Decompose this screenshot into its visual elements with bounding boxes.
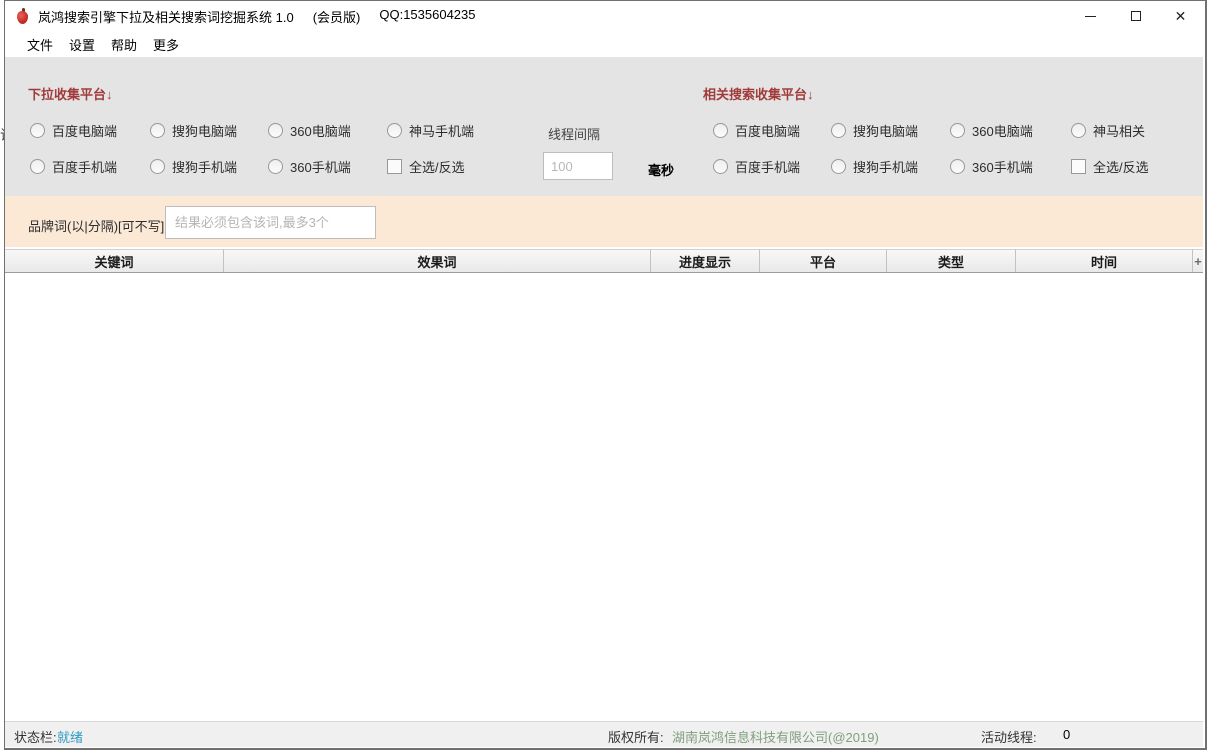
app-icon: [16, 7, 29, 25]
checkbox-icon: [387, 159, 402, 174]
thread-interval-input[interactable]: [543, 152, 613, 180]
brand-word-input[interactable]: [165, 206, 376, 239]
status-label: 状态栏:: [14, 727, 57, 746]
column-header-time[interactable]: 时间: [1016, 250, 1193, 272]
rel-360-pc-radio[interactable]: 360电脑端: [950, 121, 1033, 140]
brand-word-label: 品牌词(以|分隔)[可不写]: [28, 216, 164, 235]
minimize-button[interactable]: [1068, 1, 1113, 31]
dd-shenma-mobile-radio[interactable]: 神马手机端: [387, 121, 474, 140]
radio-icon: [831, 159, 846, 174]
radio-label: 搜狗手机端: [853, 157, 918, 176]
rel-sogou-pc-radio[interactable]: 搜狗电脑端: [831, 121, 918, 140]
menu-settings[interactable]: 设置: [69, 35, 95, 54]
column-header-result-word[interactable]: 效果词: [224, 250, 651, 272]
copyright-label: 版权所有:: [608, 727, 664, 746]
rel-sogou-mobile-radio[interactable]: 搜狗手机端: [831, 157, 918, 176]
window-title: 岚鸿搜索引擎下拉及相关搜索词挖掘系统 1.0: [38, 7, 294, 26]
radio-label: 搜狗电脑端: [853, 121, 918, 140]
platform-panel: 下拉收集平台↓ 相关搜索收集平台↓ 百度电脑端 搜狗电脑端 360电脑端 神马手…: [5, 57, 1203, 196]
dd-sogou-mobile-radio[interactable]: 搜狗手机端: [150, 157, 237, 176]
copyright-value: 湖南岚鸿信息科技有限公司(@2019): [672, 727, 879, 746]
minimize-icon: [1085, 16, 1096, 17]
title-bar: 岚鸿搜索引擎下拉及相关搜索词挖掘系统 1.0 (会员版) QQ:15356042…: [5, 1, 1203, 31]
rel-select-all-checkbox[interactable]: 全选/反选: [1071, 157, 1149, 176]
checkbox-label: 全选/反选: [409, 157, 465, 176]
thread-interval-label: 线程间隔: [548, 124, 600, 143]
close-icon: ✕: [1175, 9, 1187, 23]
related-panel-heading: 相关搜索收集平台↓: [703, 84, 814, 103]
column-header-type[interactable]: 类型: [887, 250, 1016, 272]
dd-select-all-checkbox[interactable]: 全选/反选: [387, 157, 465, 176]
radio-icon: [713, 123, 728, 138]
column-header-keyword[interactable]: 关键词: [5, 250, 224, 272]
checkbox-label: 全选/反选: [1093, 157, 1149, 176]
dd-360-mobile-radio[interactable]: 360手机端: [268, 157, 351, 176]
radio-label: 搜狗手机端: [172, 157, 237, 176]
results-table-header: 关键词 效果词 进度显示 平台 类型 时间 +: [5, 249, 1203, 273]
menu-bar: 文件 设置 帮助 更多: [5, 31, 1203, 57]
window-qq: QQ:1535604235: [379, 7, 475, 26]
menu-help[interactable]: 帮助: [111, 35, 137, 54]
maximize-button[interactable]: [1113, 1, 1158, 31]
add-column-button[interactable]: +: [1193, 250, 1203, 272]
active-threads-label: 活动线程:: [981, 727, 1037, 746]
radio-label: 360电脑端: [972, 121, 1033, 140]
radio-label: 360手机端: [290, 157, 351, 176]
radio-label: 神马相关: [1093, 121, 1145, 140]
radio-icon: [30, 123, 45, 138]
radio-icon: [268, 123, 283, 138]
dd-sogou-pc-radio[interactable]: 搜狗电脑端: [150, 121, 237, 140]
dd-360-pc-radio[interactable]: 360电脑端: [268, 121, 351, 140]
radio-label: 360手机端: [972, 157, 1033, 176]
radio-label: 百度电脑端: [735, 121, 800, 140]
radio-icon: [30, 159, 45, 174]
radio-icon: [713, 159, 728, 174]
radio-icon: [150, 123, 165, 138]
radio-label: 百度手机端: [52, 157, 117, 176]
radio-label: 百度手机端: [735, 157, 800, 176]
dd-baidu-mobile-radio[interactable]: 百度手机端: [30, 157, 117, 176]
radio-icon: [387, 123, 402, 138]
radio-label: 神马手机端: [409, 121, 474, 140]
rel-360-mobile-radio[interactable]: 360手机端: [950, 157, 1033, 176]
rel-baidu-mobile-radio[interactable]: 百度手机端: [713, 157, 800, 176]
maximize-icon: [1131, 11, 1141, 21]
thread-interval-unit: 毫秒: [648, 160, 674, 179]
radio-icon: [831, 123, 846, 138]
dd-baidu-pc-radio[interactable]: 百度电脑端: [30, 121, 117, 140]
radio-icon: [1071, 123, 1086, 138]
checkbox-icon: [1071, 159, 1086, 174]
radio-label: 360电脑端: [290, 121, 351, 140]
radio-icon: [950, 123, 965, 138]
menu-more[interactable]: 更多: [153, 35, 179, 54]
rel-shenma-radio[interactable]: 神马相关: [1071, 121, 1145, 140]
window-edition: (会员版): [313, 7, 361, 26]
dropdown-panel-heading: 下拉收集平台↓: [28, 84, 113, 103]
radio-icon: [150, 159, 165, 174]
status-value: 就绪: [57, 727, 83, 746]
menu-file[interactable]: 文件: [27, 35, 53, 54]
radio-icon: [268, 159, 283, 174]
rel-baidu-pc-radio[interactable]: 百度电脑端: [713, 121, 800, 140]
column-header-progress[interactable]: 进度显示: [651, 250, 760, 272]
column-header-platform[interactable]: 平台: [760, 250, 887, 272]
results-table-body[interactable]: [5, 273, 1203, 721]
status-bar: 状态栏: 就绪 版权所有: 湖南岚鸿信息科技有限公司(@2019) 活动线程: …: [5, 721, 1203, 747]
radio-label: 搜狗电脑端: [172, 121, 237, 140]
radio-icon: [950, 159, 965, 174]
task-row: 品牌词(以|分隔)[可不写] 开始任务 停止任务 导出结果 过滤空行 边查边存: [5, 196, 1203, 247]
radio-label: 百度电脑端: [52, 121, 117, 140]
active-threads-value: 0: [1063, 727, 1070, 742]
close-button[interactable]: ✕: [1158, 1, 1203, 31]
